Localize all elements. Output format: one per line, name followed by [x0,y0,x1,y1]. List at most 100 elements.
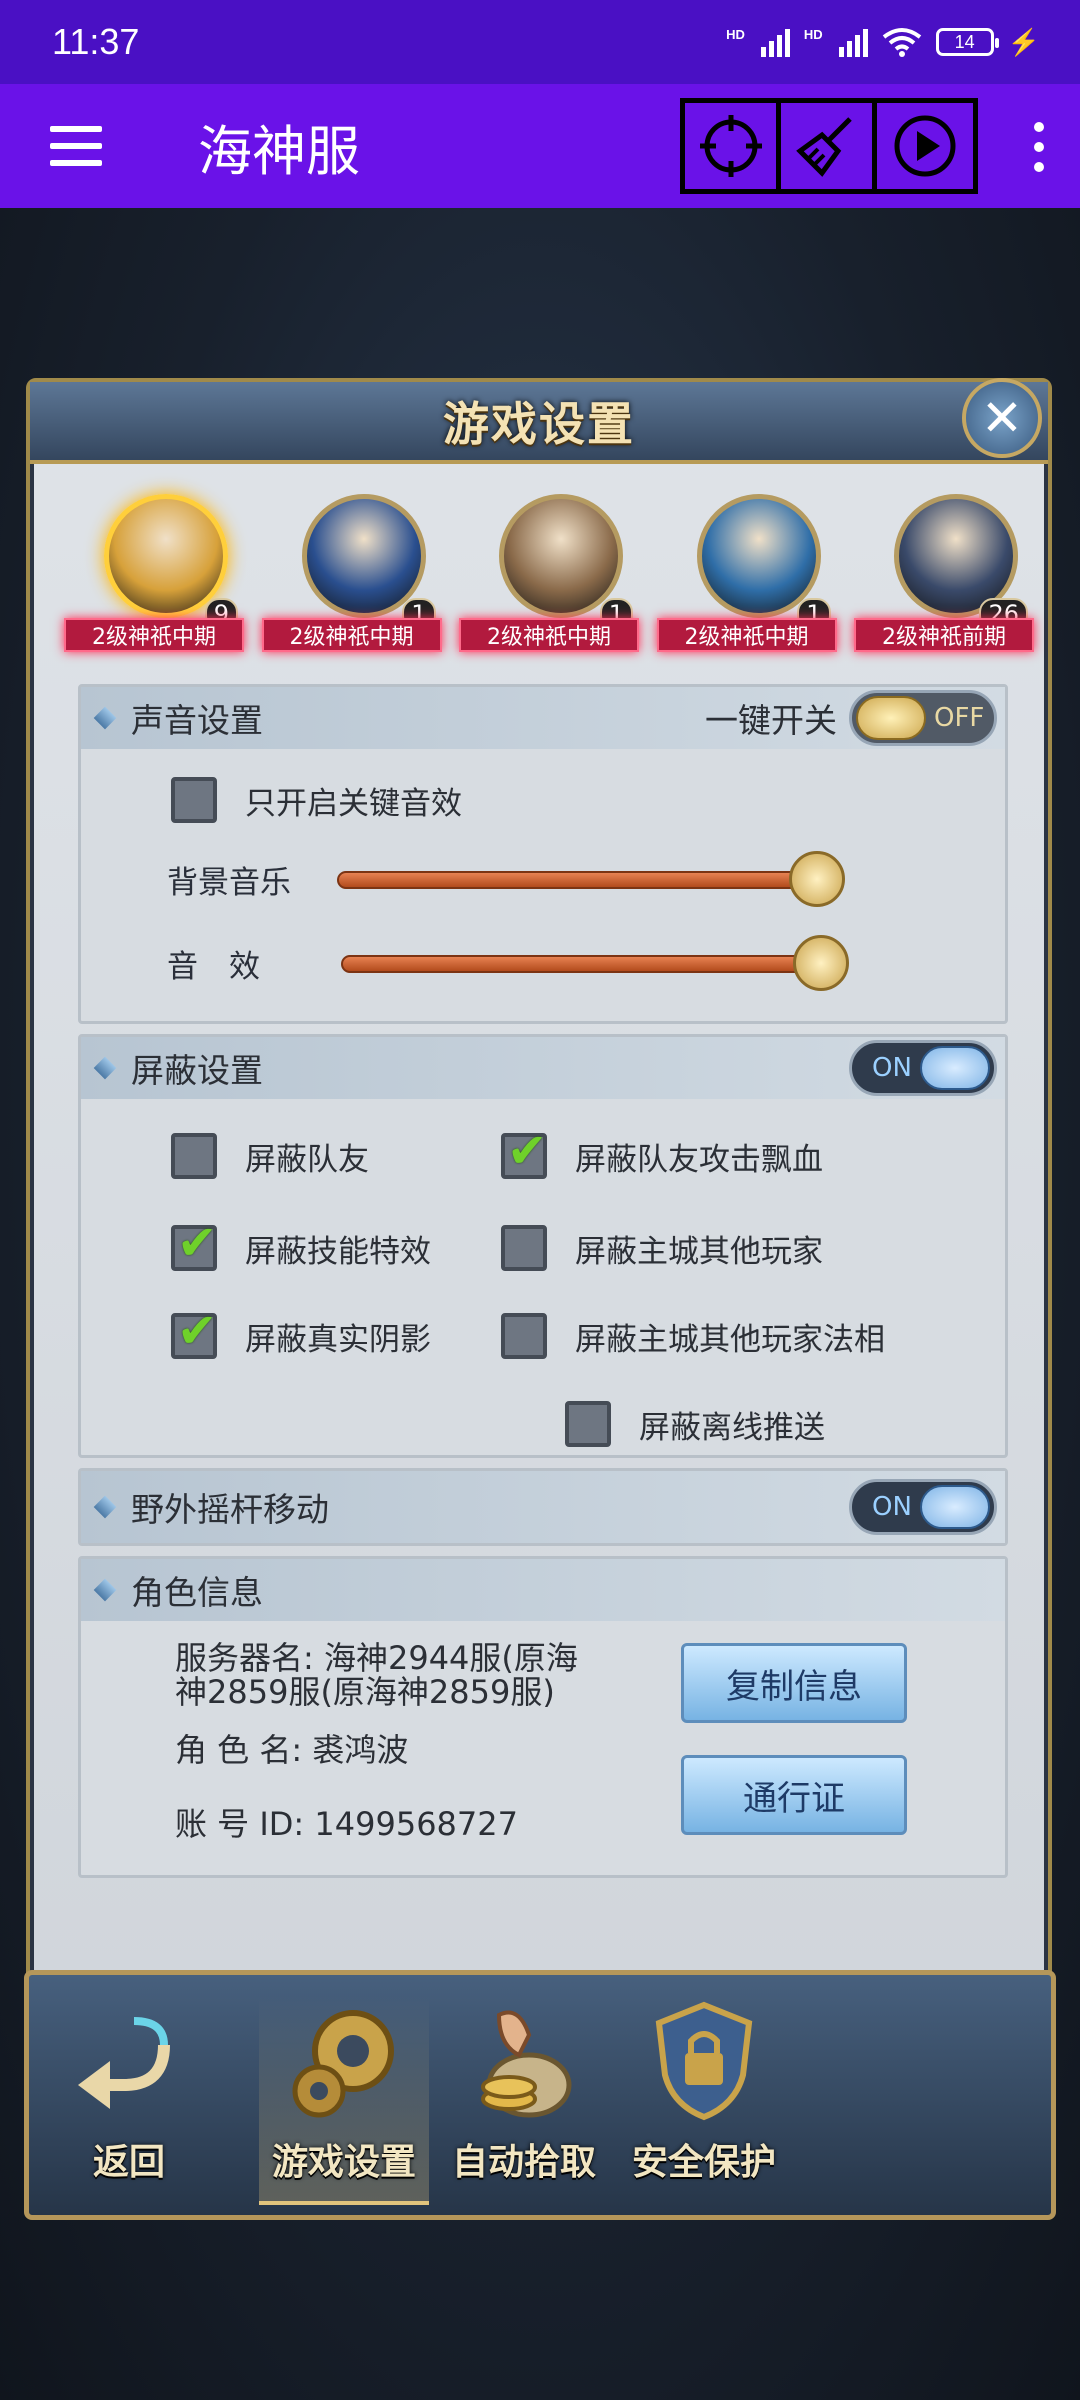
signal-icon [760,27,790,57]
battery-icon: 14 [935,28,999,56]
close-button[interactable]: ✕ [962,378,1042,458]
joystick-toggle[interactable]: ON [849,1479,997,1535]
shield-option-checkbox[interactable] [171,1215,217,1271]
character-avatar[interactable]: 26 2级神祇前期 [854,494,1034,654]
signal-icon-2 [838,27,868,57]
shield-option-checkbox[interactable] [501,1313,547,1359]
nav-game-settings[interactable]: 游戏设置 [259,1995,429,2205]
clean-button[interactable] [781,103,877,189]
toggle-state: ON [872,1053,912,1083]
bgm-slider[interactable] [337,850,845,907]
shield-option-label: 屏蔽技能特效 [245,1233,431,1270]
avatar-rank-tag: 2级神祇中期 [64,618,244,652]
character-avatar[interactable]: 1 2级神祇中期 [261,494,442,654]
toggle-state: ON [872,1492,912,1522]
toggle-knob [920,1485,990,1529]
avatar-portrait [499,494,623,618]
shield-option[interactable]: 屏蔽队友攻击飘血 [501,1123,823,1179]
sfx-slider-knob[interactable] [793,934,849,991]
key-sfx-label: 只开启关键音效 [245,785,462,822]
avatar-portrait [104,494,228,618]
crosshair-icon [699,115,762,177]
back-button[interactable]: 返回 [49,1995,209,2205]
account-id-value: 1499568727 [314,1805,518,1843]
character-avatar[interactable]: 9 2级神祇中期 [64,494,244,654]
avatar-rank-tag: 2级神祇中期 [261,618,442,652]
server-info: 服务器名: 海神2944服(原海 神2859服(原海神2859服) [175,1641,578,1709]
key-sfx-option[interactable]: 只开启关键音效 [171,777,462,823]
server-label: 服务器名: [175,1639,314,1677]
role-section-title: 角色信息 [131,1573,263,1612]
character-avatars: 9 2级神祇中期 1 2级神祇中期 1 2级神祇中期 1 2级神祇中期 26 2级神祇前期 [64,494,1034,654]
nav-security-label: 安全保护 [631,2142,776,2183]
shield-option-checkbox[interactable] [171,1303,217,1359]
account-id-label: 账 号 ID: [175,1805,305,1843]
toggle-knob [920,1046,990,1090]
character-avatar[interactable]: 1 2级神祇中期 [656,494,837,654]
gear-icon [292,2010,394,2118]
tool-group [680,98,978,194]
wifi-icon [882,28,921,57]
shield-section-header: 屏蔽设置 ON [81,1037,1005,1099]
character-avatar[interactable]: 1 2级神祇中期 [459,494,639,654]
toggle-state: OFF [934,703,985,733]
play-icon [894,115,956,177]
diamond-icon [93,1578,117,1602]
shield-option[interactable]: 屏蔽主城其他玩家法相 [501,1313,885,1359]
play-button[interactable] [877,103,973,189]
shield-option-checkbox[interactable] [171,1133,217,1179]
role-section-header: 角色信息 [81,1559,1005,1621]
sound-section: 声音设置 一键开关 OFF 只开启关键音效 背景音乐 音 效 [78,684,1008,1024]
sound-section-title: 声音设置 [131,701,263,740]
shield-option-checkbox[interactable] [565,1401,611,1447]
sfx-slider[interactable] [341,934,849,991]
avatar-rank-tag: 2级神祇中期 [656,618,837,652]
diamond-icon [93,706,117,730]
role-name-info: 角 色 名: 裘鸿波 [175,1733,408,1767]
shield-toggle[interactable]: ON [849,1040,997,1096]
bgm-slider-row: 背景音乐 [167,850,845,907]
pass-button[interactable]: 通行证 [681,1755,907,1835]
shield-option[interactable]: 屏蔽队友 [171,1133,369,1179]
sound-section-header: 声音设置 一键开关 OFF [81,687,1005,749]
copy-info-button[interactable]: 复制信息 [681,1643,907,1723]
more-options-button[interactable] [1032,122,1046,172]
app-bar: 海神服 [0,84,1080,208]
shield-option[interactable]: 屏蔽真实阴影 [171,1303,431,1359]
key-sfx-checkbox[interactable] [171,777,217,823]
menu-button[interactable] [50,126,102,166]
shield-option-label: 屏蔽主城其他玩家法相 [575,1321,885,1358]
crosshair-button[interactable] [685,103,781,189]
master-sound-toggle[interactable]: OFF [849,690,997,746]
shield-option-label: 屏蔽离线推送 [639,1409,825,1446]
diamond-icon [93,1056,117,1080]
server-value-line1: 海神2944服(原海 [323,1639,578,1677]
nav-security[interactable]: 安全保护 [619,1995,789,2205]
joystick-section-header: 野外摇杆移动 ON [81,1471,1005,1543]
avatar-rank-tag: 2级神祇中期 [459,618,639,652]
status-time: 11:37 [52,21,140,62]
avatar-portrait [301,494,426,618]
nav-auto-pickup[interactable]: 自动拾取 [439,1995,609,2205]
back-label: 返回 [92,2142,165,2183]
close-icon: ✕ [981,389,1023,447]
shield-section: 屏蔽设置 ON 屏蔽队友 屏蔽队友攻击飘血屏蔽技能特效 屏蔽主城其他玩家屏蔽真实阴影… [78,1034,1008,1458]
role-info-section: 角色信息 服务器名: 海神2944服(原海 神2859服(原海神2859服) 角… [78,1556,1008,1878]
bgm-slider-knob[interactable] [789,850,845,907]
joystick-section: 野外摇杆移动 ON [78,1468,1008,1546]
shield-option[interactable]: 屏蔽主城其他玩家 [501,1225,823,1271]
dialog-title: 游戏设置 [443,397,635,451]
back-arrow-icon [78,2017,170,2109]
sfx-slider-row: 音 效 [167,934,849,991]
bgm-label: 背景音乐 [167,865,291,901]
shield-option-label: 屏蔽队友攻击飘血 [575,1141,823,1178]
status-bar: 11:37 HD HD 14 ⚡ [0,0,1080,84]
master-switch-label: 一键开关 [705,701,837,740]
shield-option[interactable]: 屏蔽离线推送 [565,1401,825,1447]
diamond-icon [93,1495,117,1519]
app-title: 海神服 [198,119,360,183]
battery-level: 14 [954,31,975,52]
shield-option-checkbox[interactable] [501,1123,547,1179]
shield-option-checkbox[interactable] [501,1225,547,1271]
shield-option[interactable]: 屏蔽技能特效 [171,1215,431,1271]
